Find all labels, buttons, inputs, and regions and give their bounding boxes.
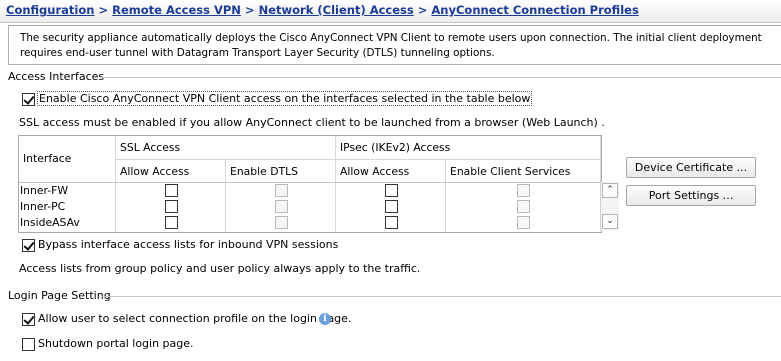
breadcrumb-separator: > <box>244 3 255 17</box>
grid-line <box>335 136 336 232</box>
enable-client-services-checkbox <box>517 216 530 229</box>
allow-select-profile-checkbox[interactable] <box>22 313 35 326</box>
description-panel: The security appliance automatically dep… <box>8 25 781 65</box>
grid-line <box>445 159 446 232</box>
breadcrumb: Configuration > Remote Access VPN > Netw… <box>0 0 781 23</box>
enable-client-services-checkbox <box>517 200 530 213</box>
allow-select-profile-label[interactable]: Allow user to select connection profile … <box>38 312 351 325</box>
access-lists-note: Access lists from group policy and user … <box>19 262 421 275</box>
login-page-setting-title: Login Page Setting <box>8 289 111 302</box>
row-interface-name: Inner-FW <box>20 184 69 197</box>
row-interface-name: Inner-PC <box>20 200 66 213</box>
column-header-enable-dtls[interactable]: Enable DTLS <box>230 165 298 178</box>
chevron-down-icon[interactable]: ⌄ <box>602 214 618 229</box>
enable-dtls-checkbox <box>275 184 288 197</box>
column-group-ssl-access: SSL Access <box>120 141 181 154</box>
breadcrumb-network-client-access[interactable]: Network (Client) Access <box>259 3 414 17</box>
access-interfaces-title: Access Interfaces <box>8 70 105 83</box>
description-text: The security appliance automatically dep… <box>20 32 762 59</box>
enable-anyconnect-label[interactable]: Enable Cisco AnyConnect VPN Client acces… <box>36 91 533 106</box>
ssl-allow-access-checkbox[interactable] <box>165 216 178 229</box>
chevron-up-icon[interactable]: ⌃ <box>602 183 618 198</box>
breadcrumb-configuration[interactable]: Configuration <box>6 3 94 17</box>
grid-line <box>19 182 601 183</box>
section-divider <box>102 296 781 297</box>
interfaces-table: Interface SSL Access IPsec (IKEv2) Acces… <box>18 135 602 233</box>
enable-client-services-checkbox <box>517 184 530 197</box>
breadcrumb-remote-access-vpn[interactable]: Remote Access VPN <box>112 3 241 17</box>
enable-anyconnect-checkbox[interactable] <box>22 93 35 106</box>
enable-dtls-checkbox <box>275 200 288 213</box>
shutdown-portal-label[interactable]: Shutdown portal login page. <box>38 337 194 350</box>
breadcrumb-anyconnect-connection-profiles[interactable]: AnyConnect Connection Profiles <box>431 3 638 17</box>
section-divider <box>100 77 781 78</box>
breadcrumb-separator: > <box>98 3 109 17</box>
table-scrollbar[interactable]: ⌃ ⌄ <box>600 182 619 231</box>
bypass-acl-checkbox[interactable] <box>22 239 35 252</box>
column-group-ipsec-access: IPsec (IKEv2) Access <box>340 141 451 154</box>
column-header-ipsec-allow-access[interactable]: Allow Access <box>340 165 409 178</box>
grid-line <box>115 136 116 232</box>
enable-dtls-checkbox <box>275 216 288 229</box>
column-header-ssl-allow-access[interactable]: Allow Access <box>120 165 189 178</box>
column-header-interface[interactable]: Interface <box>23 152 71 165</box>
ipsec-allow-access-checkbox[interactable] <box>385 184 398 197</box>
breadcrumb-trail: Configuration > Remote Access VPN > Netw… <box>6 3 639 17</box>
port-settings-button[interactable]: Port Settings ... <box>626 185 756 206</box>
column-header-enable-client-services[interactable]: Enable Client Services <box>450 165 570 178</box>
grid-line <box>225 159 226 232</box>
ssl-access-note: SSL access must be enabled if you allow … <box>19 116 605 129</box>
ssl-allow-access-checkbox[interactable] <box>165 200 178 213</box>
grid-line <box>115 159 601 160</box>
bypass-acl-label[interactable]: Bypass interface access lists for inboun… <box>38 238 338 251</box>
device-certificate-button[interactable]: Device Certificate ... <box>626 157 756 178</box>
row-interface-name: InsideASAv <box>20 216 80 229</box>
ipsec-allow-access-checkbox[interactable] <box>385 200 398 213</box>
shutdown-portal-checkbox[interactable] <box>22 338 35 351</box>
info-icon[interactable]: i <box>319 313 331 325</box>
ssl-allow-access-checkbox[interactable] <box>165 184 178 197</box>
breadcrumb-separator: > <box>417 3 428 17</box>
ipsec-allow-access-checkbox[interactable] <box>385 216 398 229</box>
